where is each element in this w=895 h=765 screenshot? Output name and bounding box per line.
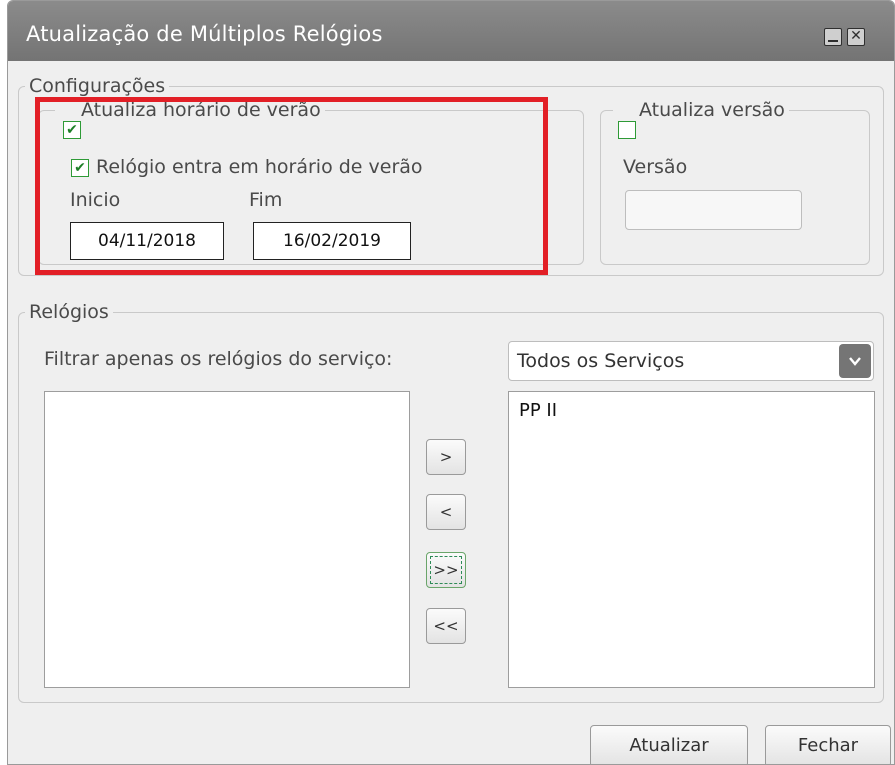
filter-label: Filtrar apenas os relógios do serviço: <box>44 348 393 370</box>
close-button[interactable]: Fechar <box>765 725 891 764</box>
remove-button[interactable]: < <box>426 494 466 530</box>
selected-clocks-list[interactable]: PP II <box>508 391 875 688</box>
remove-all-button[interactable]: << <box>426 608 466 644</box>
dialog-body: Configurações Atualiza horário de verão … <box>8 61 894 764</box>
available-clocks-list[interactable] <box>44 391 410 688</box>
service-filter-select[interactable]: Todos os Serviços <box>508 341 874 381</box>
config-legend: Configurações <box>29 75 166 97</box>
version-group: Atualiza versão <box>600 99 870 265</box>
version-checkbox-label: Atualiza versão <box>639 99 785 121</box>
add-button[interactable]: > <box>426 439 466 475</box>
dialog-window: Atualização de Múltiplos Relógios ✕ Conf… <box>7 0 895 765</box>
version-legend: Atualiza versão <box>613 99 789 121</box>
close-icon[interactable]: ✕ <box>847 28 865 46</box>
highlight-box <box>35 97 548 275</box>
minimize-icon[interactable] <box>824 28 842 46</box>
update-button[interactable]: Atualizar <box>590 725 748 764</box>
chevron-down-icon[interactable] <box>839 344 871 378</box>
add-all-button[interactable]: >> <box>426 552 466 588</box>
list-item[interactable]: PP II <box>519 400 557 421</box>
clocks-legend: Relógios <box>29 301 109 323</box>
version-checkbox[interactable] <box>618 121 636 139</box>
version-input[interactable] <box>625 190 802 230</box>
window-title: Atualização de Múltiplos Relógios <box>26 22 383 46</box>
service-filter-value: Todos os Serviços <box>517 350 685 372</box>
version-label: Versão <box>623 156 688 178</box>
